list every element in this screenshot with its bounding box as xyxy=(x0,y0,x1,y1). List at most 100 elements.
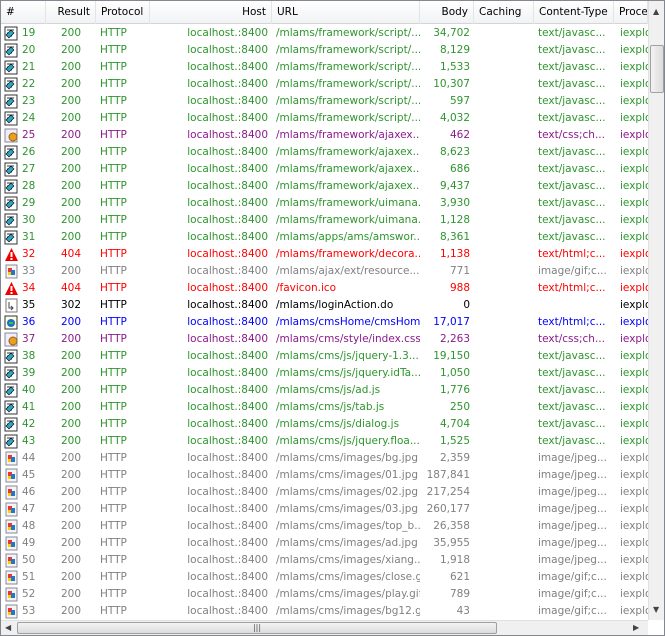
body-cell: 686 xyxy=(449,163,470,175)
col-process[interactable]: Process xyxy=(614,1,648,24)
table-row[interactable]: 36 200 HTTP localhost.:8400/mlams/cmsHome/c… xyxy=(1,314,648,331)
table-row[interactable]: 49 200 HTTP localhost.:8400/mlams/cms/image… xyxy=(1,535,648,552)
result-cell: 200 xyxy=(60,214,82,226)
table-row[interactable]: 40 200 HTTP localhost.:8400/mlams/cms/js/ad… xyxy=(1,382,648,399)
url-cell: /mlams/framework/ajaxex... xyxy=(276,146,420,158)
content-type-cell: text/css;ch... xyxy=(538,333,605,345)
table-row[interactable]: 32 404 HTTP localhost.:8400/mlams/framework… xyxy=(1,246,648,263)
table-row[interactable]: 21 200 HTTP localhost.:8400/mlams/framework… xyxy=(1,59,648,76)
table-row[interactable]: 20 200 HTTP localhost.:8400/mlams/framework… xyxy=(1,42,648,59)
table-row[interactable]: 22 200 HTTP localhost.:8400/mlams/framework… xyxy=(1,76,648,93)
caching-cell xyxy=(474,399,534,416)
scroll-left-icon[interactable]: ◀ xyxy=(5,623,11,632)
col-content-type[interactable]: Content-Type xyxy=(534,1,614,24)
col-number[interactable]: # xyxy=(1,1,46,24)
host-cell: localhost.:8400 xyxy=(187,435,268,447)
scroll-down-icon[interactable]: ▼ xyxy=(653,605,659,614)
scroll-right-icon[interactable]: ▶ xyxy=(633,623,639,632)
table-row[interactable]: 27 200 HTTP localhost.:8400/mlams/framework… xyxy=(1,161,648,178)
table-row[interactable]: 41 200 HTTP localhost.:8400/mlams/cms/js/ta… xyxy=(1,399,648,416)
content-type-cell: text/javasc... xyxy=(538,214,606,226)
table-row[interactable]: 25 200 HTTP localhost.:8400/mlams/framework… xyxy=(1,127,648,144)
image-icon xyxy=(3,264,19,280)
table-row[interactable]: 45 200 HTTP localhost.:8400/mlams/cms/image… xyxy=(1,467,648,484)
session-id: 39 xyxy=(22,367,36,379)
col-result[interactable]: Result xyxy=(46,1,96,24)
table-row[interactable]: 47 200 HTTP localhost.:8400/mlams/cms/image… xyxy=(1,501,648,518)
table-row[interactable]: 48 200 HTTP localhost.:8400/mlams/cms/image… xyxy=(1,518,648,535)
process-cell: iexplo xyxy=(620,44,648,56)
table-row[interactable]: 39 200 HTTP localhost.:8400/mlams/cms/js/jq… xyxy=(1,365,648,382)
table-row[interactable]: 23 200 HTTP localhost.:8400/mlams/framework… xyxy=(1,93,648,110)
script-icon xyxy=(3,94,19,110)
table-row[interactable]: 28 200 HTTP localhost.:8400/mlams/framework… xyxy=(1,178,648,195)
table-row[interactable]: 31 200 HTTP localhost.:8400/mlams/apps/ams/… xyxy=(1,229,648,246)
body-cell: 4,704 xyxy=(439,418,470,430)
result-cell: 200 xyxy=(60,588,82,600)
table-row[interactable]: 53 200 HTTP localhost.:8400/mlams/cms/image… xyxy=(1,603,648,620)
caching-cell xyxy=(474,42,534,59)
url-cell: /mlams/framework/script/... xyxy=(276,78,420,90)
table-row[interactable]: 42 200 HTTP localhost.:8400/mlams/cms/js/di… xyxy=(1,416,648,433)
table-row[interactable]: 33 200 HTTP localhost.:8400/mlams/ajax/ext/… xyxy=(1,263,648,280)
col-body[interactable]: Body xyxy=(420,1,474,24)
vertical-scrollbar[interactable]: ▲ ▼ xyxy=(648,1,664,620)
protocol-cell: HTTP xyxy=(100,401,127,413)
table-row[interactable]: 26 200 HTTP localhost.:8400/mlams/framework… xyxy=(1,144,648,161)
host-cell: localhost.:8400 xyxy=(187,112,268,124)
process-cell: iexplo xyxy=(620,197,648,209)
session-id: 36 xyxy=(22,316,36,328)
script-icon xyxy=(3,43,19,59)
host-cell: localhost.:8400 xyxy=(187,333,268,345)
result-cell: 200 xyxy=(60,520,82,532)
table-row[interactable]: 52 200 HTTP localhost.:8400/mlams/cms/image… xyxy=(1,586,648,603)
table-row[interactable]: 44 200 HTTP localhost.:8400/mlams/cms/image… xyxy=(1,450,648,467)
script-icon xyxy=(3,213,19,229)
host-cell: localhost.:8400 xyxy=(187,163,268,175)
host-cell: localhost.:8400 xyxy=(187,316,268,328)
result-cell: 200 xyxy=(60,180,82,192)
body-cell: 8,361 xyxy=(439,231,470,243)
scroll-up-icon[interactable]: ▲ xyxy=(653,7,659,16)
horizontal-scroll-thumb[interactable]: ||| xyxy=(17,622,497,634)
table-row[interactable]: 24 200 HTTP localhost.:8400/mlams/framework… xyxy=(1,110,648,127)
vertical-scroll-thumb[interactable] xyxy=(650,45,664,93)
url-cell: /mlams/cms/js/dialog.js xyxy=(276,418,400,430)
table-row[interactable]: 35 302 HTTP localhost.:8400/mlams/loginActi… xyxy=(1,297,648,314)
result-cell: 200 xyxy=(60,44,82,56)
table-row[interactable]: 30 200 HTTP localhost.:8400/mlams/framework… xyxy=(1,212,648,229)
table-row[interactable]: 29 200 HTTP localhost.:8400/mlams/framework… xyxy=(1,195,648,212)
protocol-cell: HTTP xyxy=(100,435,127,447)
caching-cell xyxy=(474,212,534,229)
col-caching[interactable]: Caching xyxy=(474,1,534,24)
table-row[interactable]: 19 200 HTTP localhost.:8400/mlams/framework… xyxy=(1,25,648,42)
protocol-cell: HTTP xyxy=(100,180,127,192)
table-row[interactable]: 43 200 HTTP localhost.:8400/mlams/cms/js/jq… xyxy=(1,433,648,450)
content-type-cell: text/javasc... xyxy=(538,163,606,175)
session-number: 48 xyxy=(1,518,46,535)
table-row[interactable]: 37 200 HTTP localhost.:8400/mlams/cms/style… xyxy=(1,331,648,348)
table-row[interactable]: 51 200 HTTP localhost.:8400/mlams/cms/image… xyxy=(1,569,648,586)
script-icon xyxy=(3,230,19,246)
content-type-cell: text/javasc... xyxy=(538,146,606,158)
host-cell: localhost.:8400 xyxy=(187,146,268,158)
session-number: 28 xyxy=(1,178,46,195)
col-protocol[interactable]: Protocol xyxy=(96,1,150,24)
process-cell: iexplo xyxy=(620,231,648,243)
col-url[interactable]: URL xyxy=(272,1,420,24)
table-row[interactable]: 50 200 HTTP localhost.:8400/mlams/cms/image… xyxy=(1,552,648,569)
horizontal-scrollbar[interactable]: ◀ ||| ▶ xyxy=(1,620,648,635)
session-id: 43 xyxy=(22,435,36,447)
protocol-cell: HTTP xyxy=(100,503,127,515)
table-row[interactable]: 46 200 HTTP localhost.:8400/mlams/cms/image… xyxy=(1,484,648,501)
caching-cell xyxy=(474,144,534,161)
session-id: 22 xyxy=(22,78,36,90)
session-id: 45 xyxy=(22,469,36,481)
table-row[interactable]: 34 404 HTTP localhost.:8400/favicon.ico 988 t… xyxy=(1,280,648,297)
table-row[interactable]: 38 200 HTTP localhost.:8400/mlams/cms/js/jq… xyxy=(1,348,648,365)
result-cell: 404 xyxy=(60,248,82,260)
script-icon xyxy=(3,383,19,399)
content-type-cell: text/javasc... xyxy=(538,180,606,192)
col-host[interactable]: Host xyxy=(150,1,272,24)
body-cell: 35,955 xyxy=(433,537,470,549)
